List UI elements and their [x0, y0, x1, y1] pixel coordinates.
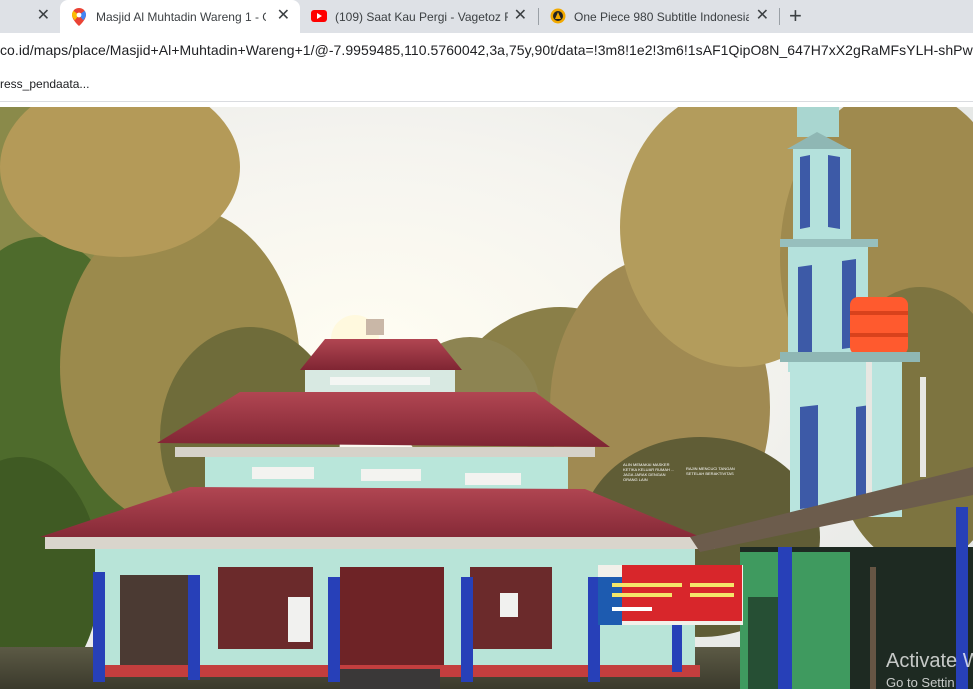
tab-title: Masjid Al Muhtadin Wareng 1 - G: [96, 9, 266, 24]
address-bar[interactable]: co.id/maps/place/Masjid+Al+Muhtadin+Ware…: [0, 33, 973, 69]
watermark-title: Activate W: [886, 650, 973, 672]
bookmarks-bar: ress_pendaata...: [0, 69, 973, 102]
close-tab-icon[interactable]: ✕: [514, 8, 527, 24]
close-tab-icon[interactable]: ✕: [37, 8, 50, 24]
banner-text-left: ALIN MEMAKAI MASKER KETIKA KELUAR RUMAH …: [623, 462, 675, 482]
youtube-icon: [311, 10, 327, 25]
google-maps-pin-icon: [72, 8, 86, 29]
tab-partial[interactable]: ✕: [0, 0, 60, 33]
url-text[interactable]: co.id/maps/place/Masjid+Al+Muhtadin+Ware…: [0, 42, 973, 58]
bookmark-item[interactable]: ress_pendaata...: [0, 77, 89, 91]
activate-windows-watermark: Activate W Go to Settin: [886, 650, 973, 690]
tab-one-piece[interactable]: One Piece 980 Subtitle Indonesia ✕: [539, 0, 779, 33]
close-tab-icon[interactable]: ✕: [277, 8, 290, 24]
tab-title: One Piece 980 Subtitle Indonesia: [574, 9, 749, 24]
new-tab-button[interactable]: +: [789, 4, 802, 28]
banner-text-right: RAJIN MENCUCI TANGAN SETELAH BERAKTIVITA…: [686, 466, 735, 476]
anime-site-icon: [550, 8, 566, 27]
tab-masjid-maps[interactable]: Masjid Al Muhtadin Wareng 1 - G ✕: [60, 0, 300, 33]
tab-youtube[interactable]: (109) Saat Kau Pergi - Vagetoz Ft ✕: [300, 0, 537, 33]
watermark-subtitle: Go to Settin: [886, 675, 955, 690]
close-tab-icon[interactable]: ✕: [756, 8, 769, 24]
mosque-photo-illustration: [0, 107, 973, 689]
tab-separator: [779, 8, 780, 25]
street-view-photo[interactable]: ALIN MEMAKAI MASKER KETIKA KELUAR RUMAH …: [0, 107, 973, 689]
tab-title: (109) Saat Kau Pergi - Vagetoz Ft: [335, 9, 508, 24]
tab-strip: ✕ Masjid Al Muhtadin Wareng 1 - G ✕ (109…: [0, 0, 973, 33]
